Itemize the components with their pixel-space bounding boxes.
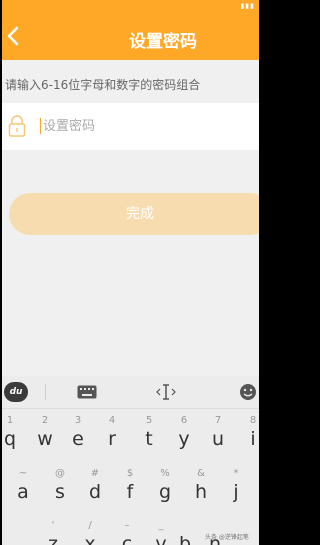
text-cursor — [40, 118, 41, 134]
password-input[interactable] — [43, 115, 243, 137]
key-q[interactable]: 1q — [2, 412, 23, 452]
key-i[interactable]: 8i — [240, 412, 259, 452]
key-h[interactable]: & h — [188, 465, 214, 505]
text-cursor-icon[interactable] — [155, 380, 177, 404]
key-f[interactable]: $ f — [117, 465, 143, 505]
watermark: 头条 @逆锋起笔 — [205, 534, 249, 541]
chevron-left-icon[interactable] — [6, 23, 26, 49]
key-z[interactable]: ' z — [40, 517, 66, 545]
keyboard-row-1: 1q 2w 3e 4r 5t 6y 7u 8i — [2, 412, 259, 452]
key-y[interactable]: 6y — [171, 412, 197, 452]
key-x[interactable]: / x — [77, 517, 103, 545]
key-u[interactable]: 7u — [205, 412, 231, 452]
nav-bar: 设置密码 — [2, 13, 259, 60]
password-hint: 请输入6-16位字母和数字的密码组合 — [5, 78, 201, 92]
status-icons: ▮▮▮ — [240, 2, 255, 10]
keyboard-icon[interactable] — [76, 380, 98, 404]
key-j[interactable]: * j — [223, 465, 249, 505]
key-t[interactable]: 5t — [136, 412, 162, 452]
keyboard-toolbar: du — [2, 376, 259, 409]
page-title: 设置密码 — [129, 32, 197, 52]
status-bar: ▮▮▮ — [2, 0, 259, 13]
toolbar-divider — [45, 384, 46, 400]
key-d[interactable]: # d — [82, 465, 108, 505]
key-g[interactable]: % g — [152, 465, 178, 505]
key-v[interactable]: _ v — [148, 517, 174, 545]
du-logo-icon[interactable]: du — [4, 382, 28, 402]
key-b[interactable]: b — [172, 517, 198, 545]
key-c[interactable]: – c — [114, 517, 140, 545]
screen: ▮▮▮ 设置密码 请输入6-16位字母和数字的密码组合 完成 du — [2, 0, 259, 545]
keyboard-row-2: ~ a @ s # d $ f % g & h * j — [2, 465, 259, 505]
lock-icon — [8, 114, 26, 138]
key-e[interactable]: 3e — [65, 412, 91, 452]
key-s[interactable]: @ s — [47, 465, 73, 505]
emoji-icon[interactable] — [238, 380, 258, 404]
password-field-row[interactable] — [2, 103, 259, 150]
key-a[interactable]: ~ a — [10, 465, 36, 505]
key-w[interactable]: 2w — [32, 412, 58, 452]
done-button[interactable]: 完成 — [9, 193, 259, 235]
soft-keyboard: du 1 q 2 w 3 e 4 r 5 t 6 y 7 u 8 i ~ a @… — [2, 376, 259, 545]
key-r[interactable]: 4r — [99, 412, 125, 452]
